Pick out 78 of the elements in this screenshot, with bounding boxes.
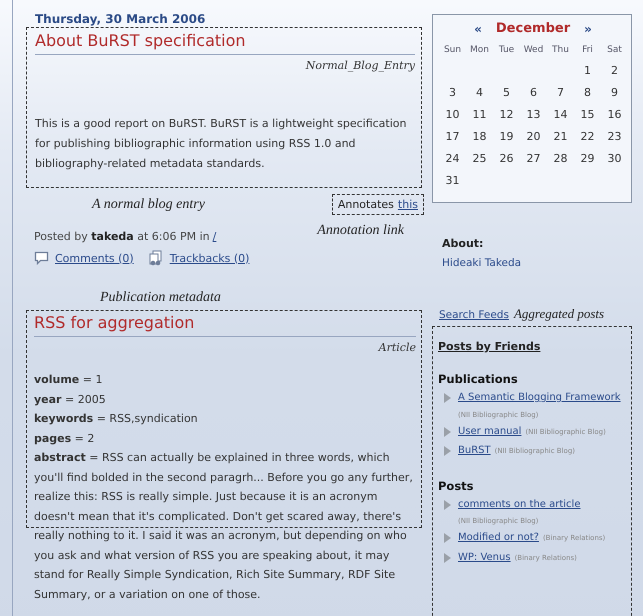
annotation-note: Publication metadata xyxy=(100,290,222,306)
calendar-day: 17 xyxy=(439,126,466,148)
calendar-day: 6 xyxy=(520,82,547,104)
search-feeds-link[interactable]: Search Feeds xyxy=(439,309,509,321)
weekday-label: Tue xyxy=(498,44,516,57)
documents-icon xyxy=(148,250,164,266)
category-link[interactable]: / xyxy=(212,230,216,243)
post-link[interactable]: comments on the article xyxy=(458,494,580,514)
post-link[interactable]: Modified or not? xyxy=(458,528,539,548)
weekday-label: Sat xyxy=(606,44,623,57)
entry-body: This is a good report on BuRST. BuRST is a lightweight specification for publishing bibliographic information using RSS 1.0 and bibliography-related metadata standards. xyxy=(35,116,408,172)
posted-by-text: Posted by takeda at 6:06 PM in xyxy=(34,230,210,243)
calendar-day: 15 xyxy=(574,104,601,126)
trackbacks-link[interactable]: Trackbacks (0) xyxy=(170,252,250,264)
calendar-day: 31 xyxy=(439,170,466,192)
annotation-text: Annotates xyxy=(338,198,394,211)
date-heading: Thursday, 30 March 2006 xyxy=(35,12,206,27)
calendar-day: 7 xyxy=(547,82,574,104)
weekday-label: Sun xyxy=(442,44,462,57)
calendar-day: 30 xyxy=(601,148,628,170)
calendar-day: 10 xyxy=(439,104,466,126)
metadata-field: year = 2005 xyxy=(34,390,416,409)
metadata-field: volume = 1 xyxy=(34,370,416,390)
calendar-day: 14 xyxy=(547,104,574,126)
calendar-day: 22 xyxy=(574,126,601,148)
speech-bubble-icon xyxy=(34,250,49,266)
weekday-label: Fri xyxy=(581,44,594,57)
calendar-day: 27 xyxy=(520,148,547,170)
calendar-day: 18 xyxy=(466,126,493,148)
next-month-button[interactable]: » xyxy=(584,22,592,36)
metadata-field: abstract = RSS can actually be explained in three words, which you'll find bolded in the second paragrh... Before you go any further, realize this: RSS is really simple. Just because it is an acronym doesn't mean that it's complicated. Don't get scared away, there's really nothing to it. I said it was an acronym, but depending on who you ask and what version of RSS you are speaking about, it may stand for Really Simple Syndication, Rich Site Summary, RDF Site Summary, or a variation on one of those. xyxy=(34,448,416,604)
weekday-label: Thu xyxy=(551,44,570,57)
calendar-day: 26 xyxy=(493,148,520,170)
comments-link[interactable]: Comments (0) xyxy=(55,252,134,264)
annotation-note: A normal blog entry xyxy=(92,196,205,212)
calendar-day: 8 xyxy=(574,82,601,104)
friends-posts-heading[interactable]: Posts by Friends xyxy=(438,340,540,353)
post-link[interactable]: BuRST xyxy=(458,441,491,460)
month-title: December xyxy=(496,21,570,36)
calendar-day: 23 xyxy=(601,126,628,148)
publication-type: Article xyxy=(376,341,416,354)
calendar-day: 29 xyxy=(574,148,601,170)
calendar-day: 1 xyxy=(574,60,601,82)
calendar-day: 19 xyxy=(493,126,520,148)
previous-month-button[interactable]: « xyxy=(474,22,482,36)
calendar-day: 20 xyxy=(520,126,547,148)
post-link[interactable]: WP: Venus xyxy=(458,548,511,567)
author-link[interactable]: Hideaki Takeda xyxy=(442,257,522,269)
calendar-day: 13 xyxy=(520,104,547,126)
publication-title: RSS for aggregation xyxy=(34,312,416,337)
calendar-day: 2 xyxy=(601,60,628,82)
calendar-day: 4 xyxy=(466,82,493,104)
weekday-label: Wed xyxy=(522,44,544,57)
calendar-day: 9 xyxy=(601,82,628,104)
post-link[interactable]: A Semantic Blogging Framework xyxy=(458,388,621,408)
calendar-day: 12 xyxy=(493,104,520,126)
calendar-day: 25 xyxy=(466,148,493,170)
metadata-field: pages = 2 xyxy=(34,428,416,448)
about-heading: About: xyxy=(442,237,484,250)
calendar-day: 28 xyxy=(547,148,574,170)
post-link[interactable]: User manual xyxy=(458,422,522,441)
weekday-label: Mon xyxy=(469,44,490,57)
annotation-note: Aggregated posts xyxy=(514,306,604,322)
metadata-field: keywords = RSS,syndication xyxy=(34,409,416,428)
calendar-day: 3 xyxy=(439,82,466,104)
annotation-note: Annotation link xyxy=(317,223,404,239)
bullet-triangle-icon xyxy=(444,393,451,403)
entry-type: Normal_Blog_Entry xyxy=(304,59,415,72)
section-heading: Publications xyxy=(438,371,519,388)
entry-title: About BuRST specification xyxy=(35,30,415,55)
section-heading: Posts xyxy=(438,478,475,494)
calendar-day: 16 xyxy=(601,104,628,126)
calendar-day: 21 xyxy=(547,126,574,148)
calendar-day: 11 xyxy=(466,104,493,126)
calendar-day: 24 xyxy=(439,148,466,170)
calendar-day: 5 xyxy=(493,82,520,104)
bullet-triangle-icon xyxy=(444,500,451,510)
annotation-link[interactable]: this xyxy=(398,198,418,211)
